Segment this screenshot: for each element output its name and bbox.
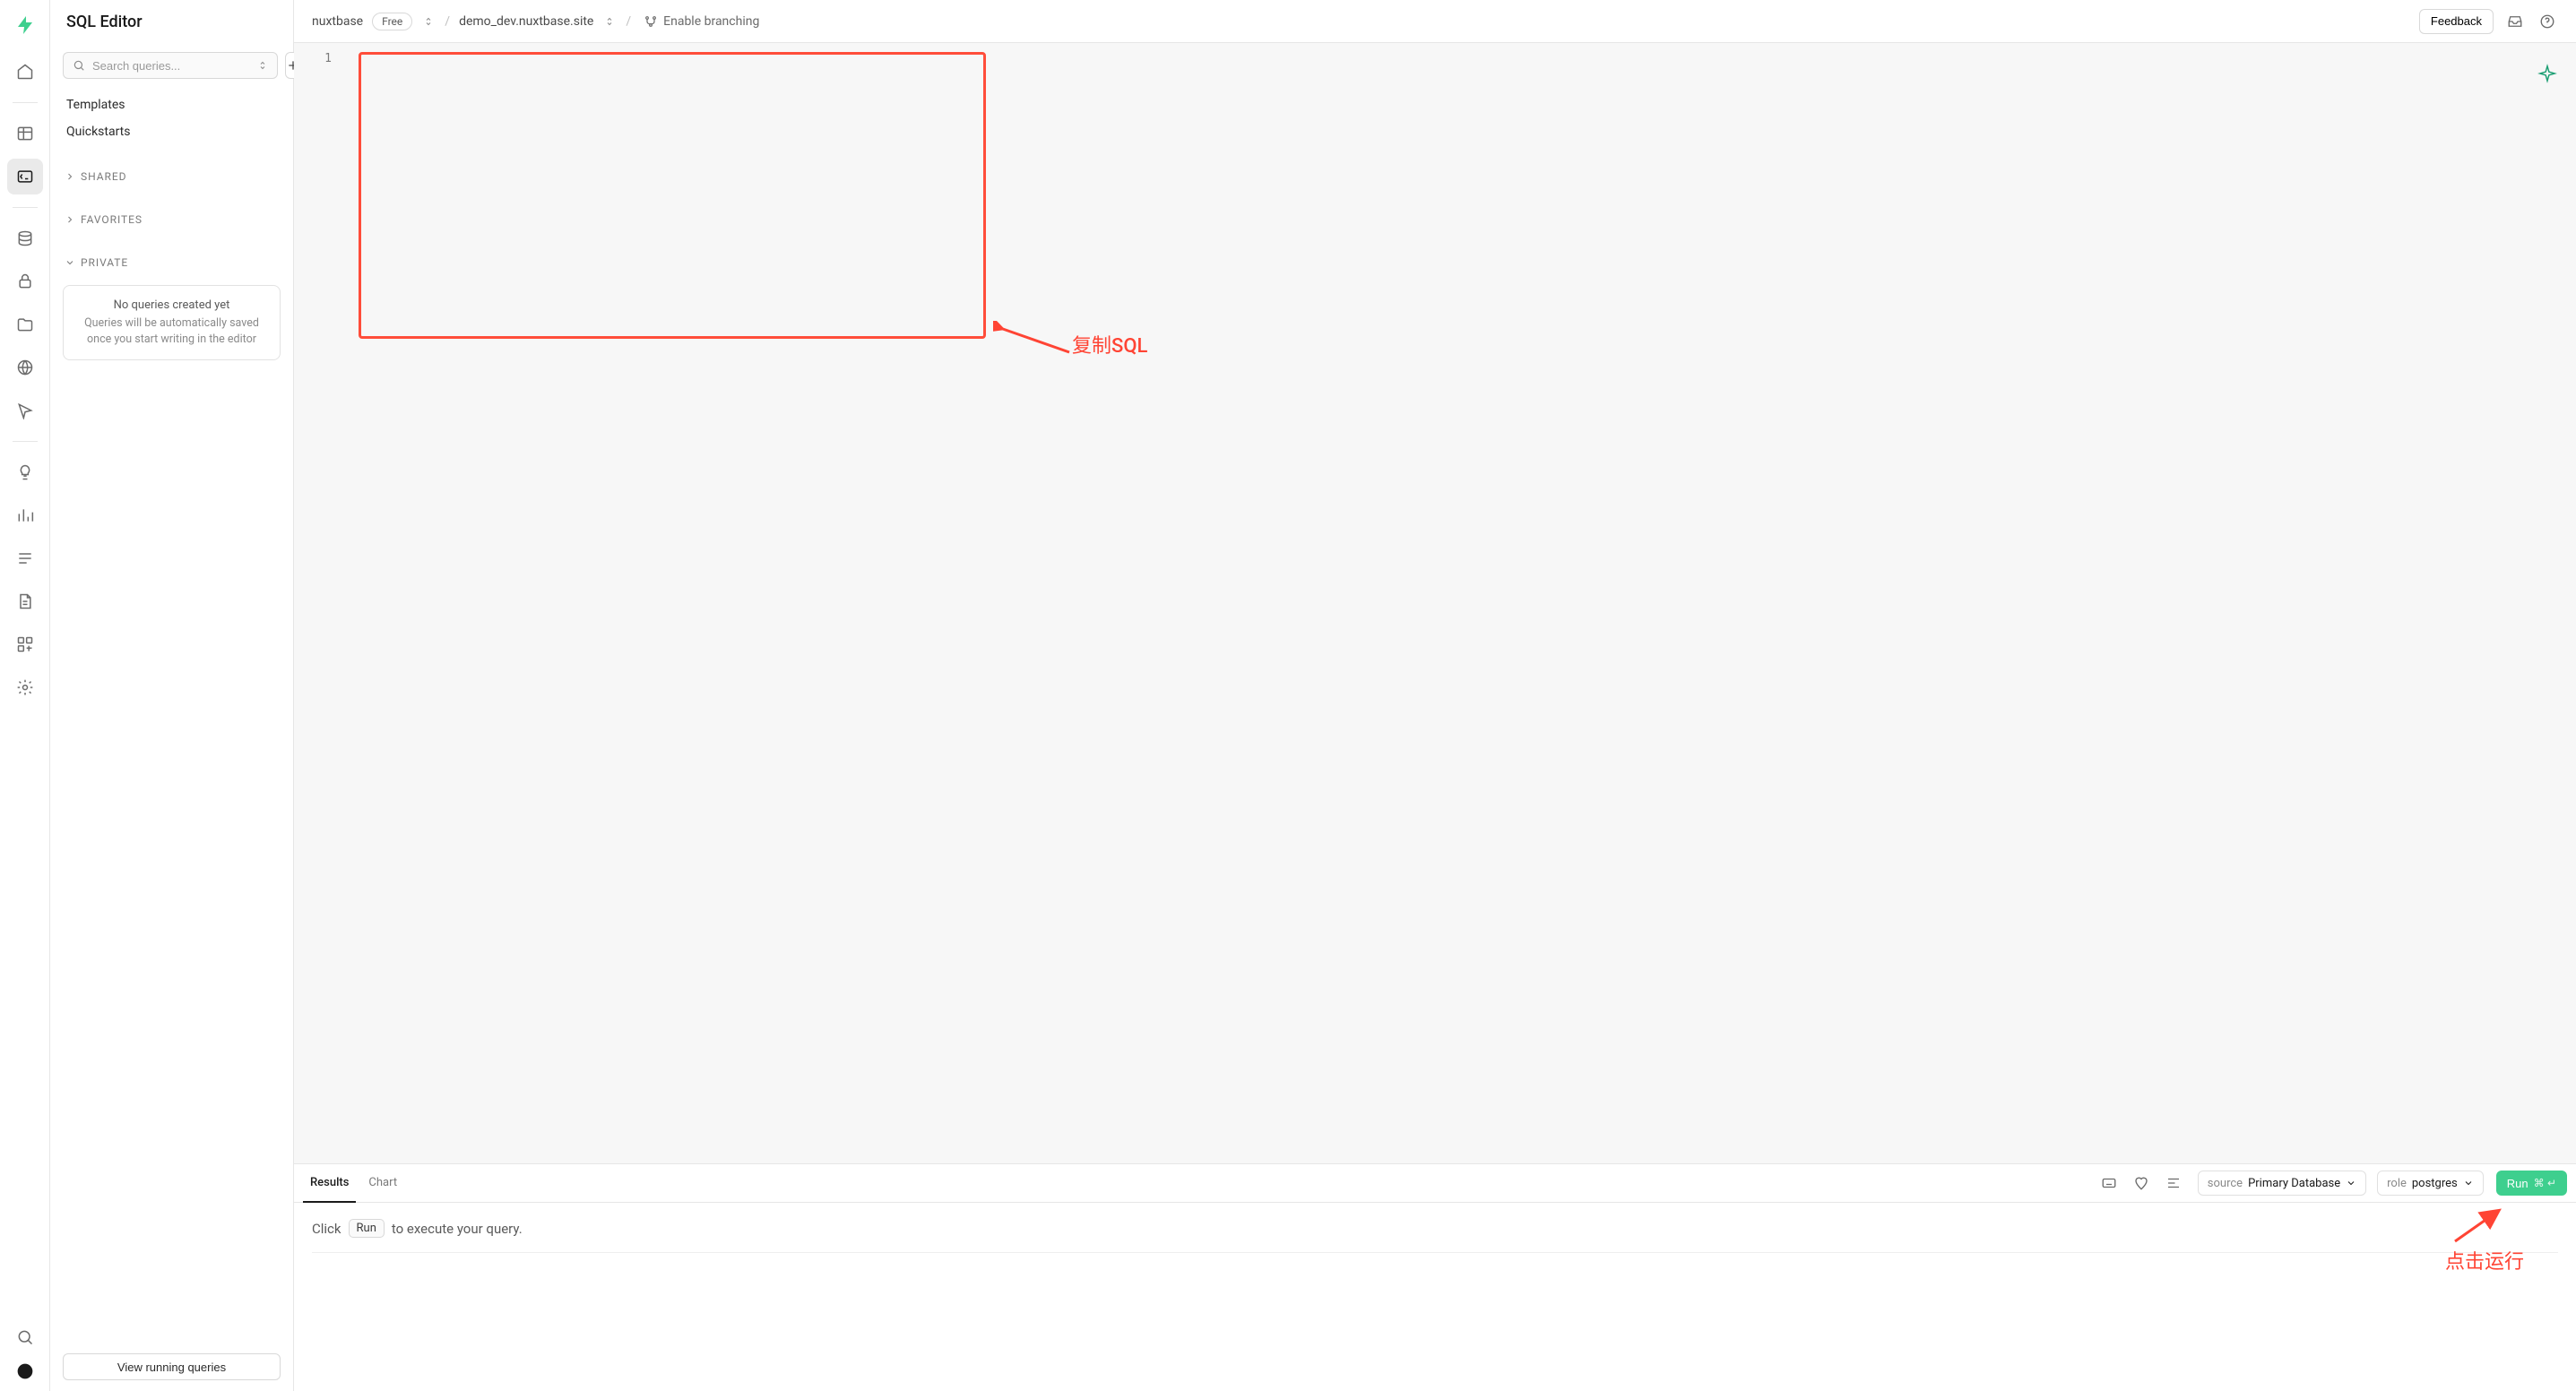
ai-assist-button[interactable] — [2535, 61, 2560, 86]
sparkle-icon — [2537, 64, 2557, 83]
line-gutter: 1 — [294, 43, 344, 1163]
nav-user-avatar-icon[interactable] — [7, 1362, 43, 1380]
hint-after: to execute your query. — [392, 1221, 523, 1237]
tab-chart[interactable]: Chart — [361, 1163, 404, 1203]
section-shared[interactable]: SHARED — [50, 161, 293, 192]
chevron-updown-icon — [257, 60, 268, 71]
nav-api-docs-icon[interactable] — [7, 583, 43, 619]
chevron-right-icon — [65, 214, 75, 225]
site-switcher[interactable] — [602, 14, 617, 29]
section-shared-label: SHARED — [81, 170, 126, 183]
crumb-sep: / — [445, 14, 450, 29]
enable-branching-label: Enable branching — [663, 14, 759, 29]
sidebar-link-quickstarts[interactable]: Quickstarts — [50, 118, 293, 145]
keyboard-shortcut-icon[interactable] — [2096, 1170, 2122, 1197]
nav-logs-icon[interactable] — [7, 540, 43, 576]
favorite-icon[interactable] — [2128, 1170, 2155, 1197]
run-button[interactable]: Run ⌘ ↵ — [2496, 1171, 2567, 1196]
search-input[interactable] — [63, 52, 278, 79]
results-hint: Click Run to execute your query. — [312, 1219, 2558, 1253]
nav-advisor-icon[interactable] — [7, 454, 43, 490]
code-editor[interactable]: 1 复制SQL — [294, 43, 2576, 1163]
nav-sql-editor-icon[interactable] — [7, 159, 43, 194]
source-value: Primary Database — [2248, 1177, 2340, 1190]
chevron-down-icon — [65, 257, 75, 268]
search-input-field[interactable] — [92, 59, 250, 73]
nav-realtime-icon[interactable] — [7, 393, 43, 428]
section-private-label: PRIVATE — [81, 256, 128, 269]
run-shortcut: ⌘ ↵ — [2534, 1177, 2556, 1189]
chevron-right-icon — [65, 171, 75, 182]
role-value: postgres — [2412, 1177, 2458, 1190]
line-number: 1 — [324, 52, 332, 65]
help-icon[interactable] — [2537, 11, 2558, 32]
section-private[interactable]: PRIVATE — [50, 247, 293, 278]
inbox-icon[interactable] — [2504, 11, 2526, 32]
nav-storage-icon[interactable] — [7, 307, 43, 342]
branch-icon — [644, 14, 658, 29]
nav-reports-icon[interactable] — [7, 497, 43, 533]
empty-queries-box: No queries created yet Queries will be a… — [63, 285, 281, 360]
hint-before: Click — [312, 1221, 341, 1237]
nav-divider — [13, 441, 38, 442]
nav-command-icon[interactable] — [7, 1319, 43, 1355]
run-label: Run — [2507, 1177, 2528, 1190]
nav-home-icon[interactable] — [7, 54, 43, 90]
format-icon[interactable] — [2160, 1170, 2187, 1197]
source-dropdown[interactable]: source Primary Database — [2198, 1171, 2366, 1196]
topbar: nuxtbase Free / demo_dev.nuxtbase.site /… — [294, 0, 2576, 43]
sidebar-link-templates[interactable]: Templates — [50, 91, 293, 118]
section-favorites[interactable]: FAVORITES — [50, 204, 293, 235]
chevron-down-icon — [2346, 1178, 2356, 1188]
nav-divider — [13, 207, 38, 208]
crumb-sep: / — [626, 14, 631, 29]
role-dropdown[interactable]: role postgres — [2377, 1171, 2484, 1196]
breadcrumb: nuxtbase Free / demo_dev.nuxtbase.site /… — [312, 13, 759, 30]
empty-subtitle: Queries will be automatically saved once… — [78, 315, 265, 347]
role-label: role — [2387, 1177, 2407, 1190]
brand-logo-icon[interactable] — [11, 11, 39, 39]
crumb-project[interactable]: nuxtbase — [312, 14, 363, 29]
sidebar: SQL Editor Templates Quickstarts SHARED … — [50, 0, 294, 1391]
results-panel: Click Run to execute your query. 点击运行 — [294, 1203, 2576, 1391]
nav-table-editor-icon[interactable] — [7, 116, 43, 151]
nav-database-icon[interactable] — [7, 220, 43, 256]
nav-divider — [13, 102, 38, 103]
nav-edge-functions-icon[interactable] — [7, 350, 43, 385]
results-toolbar: Results Chart source Primary Database ro… — [294, 1163, 2576, 1203]
plan-badge: Free — [372, 13, 412, 30]
crumb-site[interactable]: demo_dev.nuxtbase.site — [459, 14, 593, 29]
nav-integrations-icon[interactable] — [7, 626, 43, 662]
page-title: SQL Editor — [50, 0, 293, 43]
project-switcher[interactable] — [421, 14, 436, 29]
feedback-button[interactable]: Feedback — [2419, 9, 2494, 34]
main-panel: nuxtbase Free / demo_dev.nuxtbase.site /… — [294, 0, 2576, 1391]
nav-settings-icon[interactable] — [7, 670, 43, 705]
nav-auth-icon[interactable] — [7, 264, 43, 299]
source-label: source — [2208, 1177, 2243, 1190]
search-icon — [73, 59, 85, 72]
editor-textarea[interactable] — [344, 43, 2576, 1163]
section-favorites-label: FAVORITES — [81, 213, 143, 226]
nav-rail — [0, 0, 50, 1391]
empty-title: No queries created yet — [78, 298, 265, 312]
tab-results[interactable]: Results — [303, 1163, 356, 1203]
view-running-queries-button[interactable]: View running queries — [63, 1353, 281, 1380]
hint-run-kbd: Run — [349, 1219, 385, 1238]
chevron-down-icon — [2463, 1178, 2474, 1188]
enable-branching-link[interactable]: Enable branching — [644, 14, 759, 29]
